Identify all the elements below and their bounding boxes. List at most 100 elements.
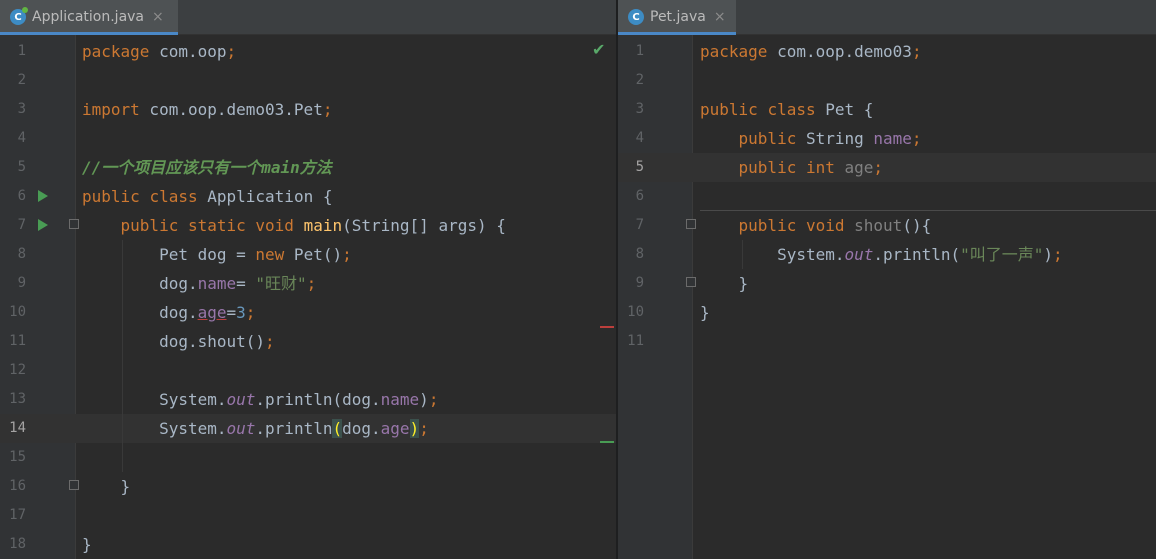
- code-line[interactable]: 13 System.out.println(dog.name);: [0, 385, 616, 414]
- code-token: public: [82, 187, 140, 206]
- tab-application-java[interactable]: C Application.java ×: [0, 0, 178, 35]
- code-line[interactable]: 3 import com.oop.demo03.Pet;: [0, 95, 616, 124]
- code-line[interactable]: 4: [0, 124, 616, 153]
- code-line[interactable]: 9 dog.name= "旺财";: [0, 269, 616, 298]
- code-token: ;: [342, 245, 352, 264]
- tab-pet-java[interactable]: C Pet.java ×: [618, 0, 736, 35]
- code-line[interactable]: 18}: [0, 530, 616, 559]
- inspection-ok-icon[interactable]: ✔: [592, 42, 608, 58]
- code-text: }: [82, 472, 131, 501]
- code-line[interactable]: 8 Pet dog = new Pet();: [0, 240, 616, 269]
- code-line[interactable]: 6: [618, 182, 1156, 211]
- code-line[interactable]: 4 public String name;: [618, 124, 1156, 153]
- code-token: =: [226, 303, 237, 322]
- change-stripe-marker[interactable]: [600, 441, 614, 443]
- code-token: Application {: [197, 187, 333, 206]
- code-token: dog.: [82, 274, 198, 293]
- code-token: name: [380, 390, 420, 409]
- code-token: ;: [322, 100, 333, 119]
- code-editor[interactable]: 1 package com.oop.demo03; 2 3 public class P…: [618, 35, 1156, 559]
- code-line[interactable]: 10}: [618, 298, 1156, 327]
- code-token: ): [419, 390, 429, 409]
- code-token: import: [82, 100, 140, 119]
- editor-pane-application: C Application.java × 1 package com.oop; 2 3…: [0, 0, 616, 559]
- code-line[interactable]: 2: [0, 66, 616, 95]
- line-number: 9: [17, 275, 26, 291]
- code-token: int: [805, 158, 835, 177]
- fold-marker-icon[interactable]: [69, 219, 79, 229]
- code-token: age: [844, 158, 874, 177]
- java-class-icon: C: [628, 9, 644, 25]
- code-token: out: [844, 245, 874, 264]
- code-token: public: [738, 216, 797, 235]
- code-token: ): [409, 419, 420, 438]
- code-token: shout: [854, 216, 903, 235]
- code-line[interactable]: 2: [618, 66, 1156, 95]
- line-number: 1: [17, 43, 26, 59]
- code-token: void: [255, 216, 294, 235]
- line-number: 1: [635, 43, 644, 59]
- run-gutter-icon[interactable]: [38, 190, 48, 202]
- code-line[interactable]: 11 dog.shout();: [0, 327, 616, 356]
- indent-guide: [742, 240, 743, 269]
- code-text: }: [700, 298, 710, 327]
- ide-window: C Application.java × 1 package com.oop; 2 3…: [0, 0, 1156, 559]
- code-token: }: [82, 535, 92, 554]
- run-gutter-icon[interactable]: [38, 219, 48, 231]
- code-line[interactable]: 1 package com.oop.demo03;: [618, 37, 1156, 66]
- code-token: com.oop.demo03: [767, 42, 912, 61]
- code-line[interactable]: 14 System.out.println(dog.age);: [0, 414, 616, 443]
- fold-marker-icon[interactable]: [686, 219, 696, 229]
- line-number: 3: [635, 101, 644, 117]
- code-text: public void shout(){: [700, 211, 932, 240]
- code-line[interactable]: 7 public void shout(){: [618, 211, 1156, 240]
- code-token: ;: [419, 419, 429, 438]
- code-line[interactable]: 11: [618, 327, 1156, 356]
- code-token: ;: [1053, 245, 1063, 264]
- code-line[interactable]: 15: [0, 443, 616, 472]
- code-text: dog.shout();: [82, 327, 275, 356]
- close-tab-icon[interactable]: ×: [152, 9, 164, 25]
- code-token: .println(dog.: [255, 390, 381, 409]
- code-editor[interactable]: 1 package com.oop; 2 3 import com.oop.demo03…: [0, 35, 616, 559]
- code-line[interactable]: 1 package com.oop;: [0, 37, 616, 66]
- fold-marker-icon[interactable]: [69, 480, 79, 490]
- code-token: 3: [236, 303, 246, 322]
- code-token: }: [700, 303, 710, 322]
- close-tab-icon[interactable]: ×: [714, 9, 726, 25]
- code-line[interactable]: 9 }: [618, 269, 1156, 298]
- code-token: public: [700, 100, 758, 119]
- code-text: public int age;: [700, 153, 884, 182]
- code-line[interactable]: 7 public static void main(String[] args)…: [0, 211, 616, 240]
- line-number: 14: [9, 420, 26, 436]
- line-number: 2: [635, 72, 644, 88]
- code-token: package: [700, 42, 768, 61]
- code-line[interactable]: 5 public int age;: [618, 153, 1156, 182]
- code-token: ;: [226, 42, 237, 61]
- error-stripe-marker[interactable]: [600, 326, 614, 328]
- line-number: 8: [635, 246, 644, 262]
- code-line[interactable]: 12: [0, 356, 616, 385]
- code-token: Pet(): [284, 245, 343, 264]
- line-number: 5: [635, 159, 644, 175]
- code-line[interactable]: 3 public class Pet {: [618, 95, 1156, 124]
- code-line[interactable]: 17: [0, 501, 616, 530]
- code-token: new: [255, 245, 285, 264]
- code-text: //一个项目应该只有一个main方法: [82, 153, 332, 182]
- code-token: (: [332, 419, 343, 438]
- fold-marker-icon[interactable]: [686, 277, 696, 287]
- editor-pane-pet: C Pet.java × 1 package com.oop.demo03; 2 3 p…: [618, 0, 1156, 559]
- code-line[interactable]: 8 System.out.println("叫了一声");: [618, 240, 1156, 269]
- code-line[interactable]: 6 public class Application {: [0, 182, 616, 211]
- java-class-icon-letter: C: [14, 11, 22, 23]
- code-line[interactable]: 16 }: [0, 472, 616, 501]
- code-line[interactable]: 10 dog.age=3;: [0, 298, 616, 327]
- code-line[interactable]: 5 //一个项目应该只有一个main方法: [0, 153, 616, 182]
- line-number: 7: [17, 217, 26, 233]
- code-token: class: [149, 187, 198, 206]
- line-number: 18: [9, 536, 26, 552]
- code-text: public static void main(String[] args) {: [82, 211, 506, 240]
- code-token: main: [303, 216, 343, 235]
